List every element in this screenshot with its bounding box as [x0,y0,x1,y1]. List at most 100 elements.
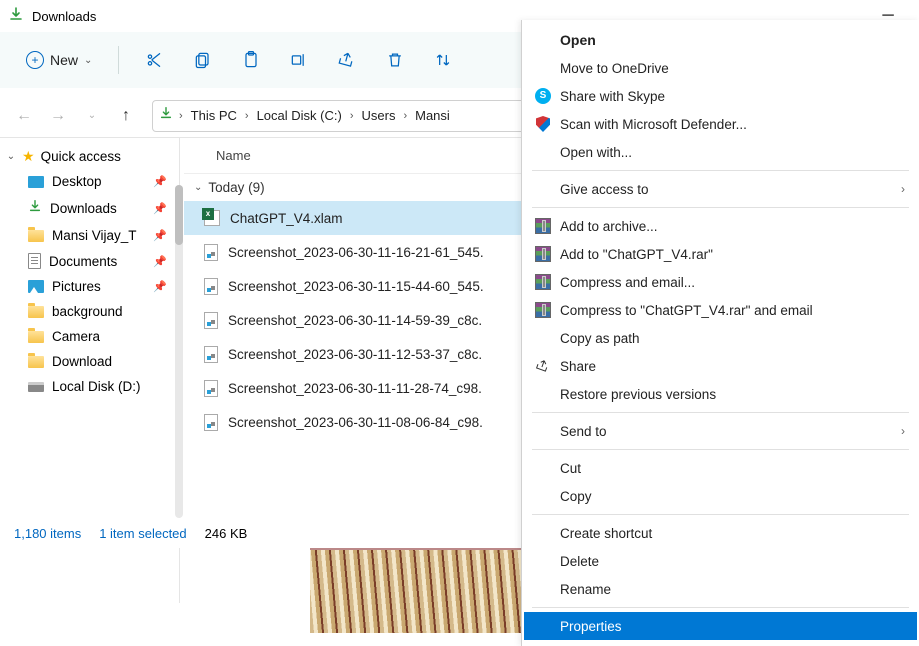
sidebar-item[interactable]: Documents 📌 [0,248,179,274]
sidebar-item-label: Camera [52,329,100,344]
image-file-icon [204,312,218,329]
folder-icon [28,356,44,368]
sidebar-item[interactable]: Pictures📌 [0,274,179,299]
pin-icon: 📌 [153,175,167,188]
chevron-down-icon: ⌄ [194,182,202,193]
delete-button[interactable] [373,42,417,78]
new-button-label: New [50,52,78,68]
sidebar-item[interactable]: Mansi Vijay_T 📌 [0,223,179,248]
sidebar-item[interactable]: background [0,299,179,324]
sidebar-item[interactable]: Local Disk (D:) [0,374,179,399]
share-button[interactable] [325,42,369,78]
context-menu: Open Move to OneDrive S Share with Skype… [521,20,919,646]
folder-icon [28,306,44,318]
file-name: Screenshot_2023-06-30-11-08-06-84_c98. [228,415,483,430]
chevron-down-icon: ⌄ [6,151,16,162]
status-selected-size: 246 KB [205,526,248,541]
path-mansi[interactable]: Mansi [411,106,454,125]
winrar-icon [534,273,552,291]
downloads-icon [28,199,42,218]
image-file-icon [204,278,218,295]
downloads-icon [159,106,173,125]
chevron-right-icon: › [901,182,905,196]
ctx-copypath[interactable]: Copy as path [524,324,917,352]
disk-icon [28,382,44,392]
ctx-addarchive[interactable]: Add to archive... [524,212,917,240]
path-localdisk[interactable]: Local Disk (C:) [253,106,346,125]
sidebar-item[interactable]: Camera [0,324,179,349]
ctx-shortcut[interactable]: Create shortcut [524,519,917,547]
star-icon: ★ [22,148,35,165]
pin-icon: 📌 [153,255,167,268]
downloads-icon [8,6,24,27]
winrar-icon [534,301,552,319]
cut-button[interactable] [133,42,177,78]
copy-button[interactable] [181,42,225,78]
image-file-icon [204,346,218,363]
winrar-icon [534,217,552,235]
ctx-copy[interactable]: Copy [524,482,917,510]
file-name: Screenshot_2023-06-30-11-14-59-39_c8c. [228,313,482,328]
sort-button[interactable] [421,42,465,78]
folder-icon [28,230,44,242]
sidebar-item-label: Pictures [52,279,101,294]
folder-icon [28,331,44,343]
path-thispc[interactable]: This PC [187,106,241,125]
ctx-skype[interactable]: S Share with Skype [524,82,917,110]
forward-button[interactable]: → [42,100,74,132]
sidebar-item-label: Documents [49,254,117,269]
ctx-rename[interactable]: Rename [524,575,917,603]
ctx-compressemail[interactable]: Compress and email... [524,268,917,296]
ctx-addrar[interactable]: Add to "ChatGPT_V4.rar" [524,240,917,268]
sidebar-scrollbar[interactable] [175,185,183,518]
pictures-icon [28,280,44,293]
sidebar-item[interactable]: Desktop 📌 [0,169,179,194]
sidebar-item-label: Downloads [50,201,117,216]
ctx-onedrive[interactable]: Move to OneDrive [524,54,917,82]
sidebar-item-label: Desktop [52,174,102,189]
paste-button[interactable] [229,42,273,78]
ctx-defender[interactable]: Scan with Microsoft Defender... [524,110,917,138]
sidebar-item[interactable]: Download [0,349,179,374]
desktop-icon [28,176,44,188]
shield-icon [534,115,552,133]
sidebar-quick-access[interactable]: ⌄ ★ Quick access [0,144,179,169]
ctx-cut[interactable]: Cut [524,454,917,482]
chevron-right-icon: › [179,110,183,122]
winrar-icon [534,245,552,263]
share-icon [534,357,552,375]
sidebar-item[interactable]: Downloads📌 [0,194,179,223]
chevron-right-icon: › [350,110,354,122]
ctx-open[interactable]: Open [524,26,917,54]
new-button[interactable]: + New ⌄ [14,42,104,78]
ctx-properties[interactable]: Properties [524,612,917,640]
image-file-icon [204,244,218,261]
path-users[interactable]: Users [358,106,400,125]
sidebar-item-label: Mansi Vijay_T [52,228,137,243]
up-button[interactable]: ↑ [110,100,142,132]
image-file-icon [204,380,218,397]
chevron-down-icon: ⌄ [84,55,92,66]
chevron-right-icon: › [245,110,249,122]
ctx-compressraremail[interactable]: Compress to "ChatGPT_V4.rar" and email [524,296,917,324]
file-name: Screenshot_2023-06-30-11-15-44-60_545. [228,279,484,294]
ctx-restore[interactable]: Restore previous versions [524,380,917,408]
skype-icon: S [534,87,552,105]
sidebar-item-label: Download [52,354,112,369]
ctx-openwith[interactable]: Open with... [524,138,917,166]
chevron-right-icon: › [901,424,905,438]
ctx-delete[interactable]: Delete [524,547,917,575]
ctx-giveaccess[interactable]: Give access to › [524,175,917,203]
excel-addin-icon [204,210,220,226]
back-button[interactable]: ← [8,100,40,132]
status-item-count: 1,180 items [14,526,81,541]
recent-button[interactable]: ⌄ [76,100,108,132]
ctx-share[interactable]: Share [524,352,917,380]
status-selected-count: 1 item selected [99,526,186,541]
chevron-right-icon: › [403,110,407,122]
sidebar-item-label: background [52,304,123,319]
pin-icon: 📌 [153,229,167,242]
ctx-sendto[interactable]: Send to › [524,417,917,445]
scrollbar-thumb[interactable] [175,185,183,245]
rename-button[interactable] [277,42,321,78]
